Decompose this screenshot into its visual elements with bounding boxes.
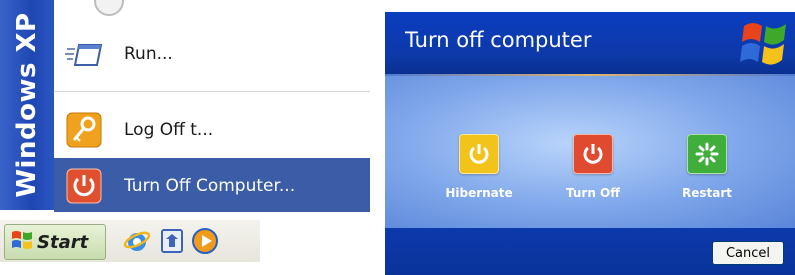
menu-separator — [54, 91, 370, 92]
menu-item-run[interactable]: Run... — [54, 26, 370, 82]
menu-item-label: Log Off t... — [124, 120, 214, 140]
menu-item-label: Turn Off Computer... — [124, 176, 296, 196]
windows-flag-icon — [11, 229, 33, 255]
internet-explorer-icon[interactable] — [122, 226, 152, 256]
restart-option[interactable]: Restart — [667, 134, 747, 200]
hibernate-label: Hibernate — [445, 186, 513, 200]
hibernate-icon[interactable] — [459, 134, 499, 174]
outlook-express-icon[interactable] — [157, 226, 187, 256]
dialog-title-bar: Turn off computer — [385, 12, 795, 74]
cut-off-item-icon — [94, 0, 124, 16]
hibernate-option[interactable]: Hibernate — [439, 134, 519, 200]
cancel-button[interactable]: Cancel — [712, 241, 784, 265]
start-menu-sidebar: Windows XP — [0, 0, 54, 210]
start-label: Start — [37, 231, 89, 253]
start-menu-items: Run... Log Off t... Turn Off Computer... — [54, 0, 370, 214]
menu-item-log-off[interactable]: Log Off t... — [54, 102, 370, 158]
turn-off-dialog: Turn off computer Hibernate Turn Off Res… — [385, 12, 795, 275]
turn-off-label: Turn Off — [566, 186, 620, 200]
taskbar: Start — [0, 212, 370, 275]
menu-item-turn-off-computer[interactable]: Turn Off Computer... — [54, 158, 370, 214]
dialog-title: Turn off computer — [405, 28, 592, 52]
sidebar-brand-text: Windows XP — [12, 12, 42, 198]
menu-item-label: Run... — [124, 44, 173, 64]
windows-logo-icon — [740, 18, 790, 72]
run-icon — [64, 34, 104, 74]
media-player-icon[interactable] — [190, 226, 220, 256]
dialog-footer: Cancel — [385, 228, 795, 275]
power-icon[interactable] — [573, 134, 613, 174]
start-menu-screenshot: Windows XP Run... Log Off t... Turn Off … — [0, 0, 370, 275]
key-icon — [64, 110, 104, 150]
power-icon — [64, 166, 104, 206]
start-button[interactable]: Start — [4, 224, 106, 260]
turn-off-option[interactable]: Turn Off — [553, 134, 633, 200]
restart-icon[interactable] — [687, 134, 727, 174]
restart-label: Restart — [681, 186, 732, 200]
dialog-body: Hibernate Turn Off Restart — [385, 74, 795, 228]
